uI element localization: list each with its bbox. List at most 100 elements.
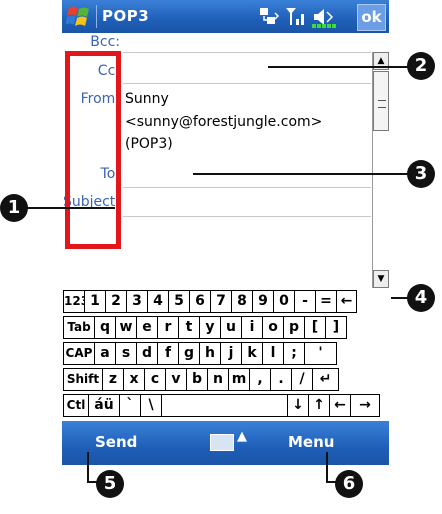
- vertical-scrollbar[interactable]: ▲ ▼: [372, 52, 390, 288]
- key[interactable]: f: [157, 342, 179, 365]
- key[interactable]: .: [270, 368, 292, 391]
- key[interactable]: b: [186, 368, 208, 391]
- key-space[interactable]: [161, 394, 288, 417]
- keyboard-row: 123 1 2 3 4 5 6 7 8 9 0- = ←: [63, 290, 388, 314]
- key[interactable]: p: [283, 316, 305, 339]
- callout-line-4: [391, 297, 408, 299]
- connectivity-icon[interactable]: [258, 5, 280, 29]
- key[interactable]: →: [350, 394, 380, 417]
- key[interactable]: i: [241, 316, 263, 339]
- key[interactable]: e: [136, 316, 158, 339]
- callout-2: 2: [407, 52, 435, 80]
- key[interactable]: -: [294, 290, 316, 313]
- grip-icon: [378, 100, 386, 108]
- callout-4: 4: [407, 284, 435, 312]
- from-name[interactable]: Sunny: [125, 91, 169, 107]
- key[interactable]: `: [119, 394, 141, 417]
- key[interactable]: ↑: [308, 394, 330, 417]
- key[interactable]: k: [241, 342, 263, 365]
- windows-start-icon[interactable]: [66, 4, 92, 29]
- title-bar: POP3 ok: [62, 0, 389, 33]
- signal-strength-icon[interactable]: [284, 5, 308, 29]
- key[interactable]: Ctl: [63, 394, 89, 417]
- key[interactable]: t: [178, 316, 200, 339]
- key[interactable]: ': [304, 342, 337, 365]
- key[interactable]: x: [123, 368, 145, 391]
- key[interactable]: q: [94, 316, 116, 339]
- ok-button[interactable]: ok: [357, 4, 386, 31]
- callout-line-6a: [326, 452, 328, 482]
- key[interactable]: h: [199, 342, 221, 365]
- bcc-field[interactable]: [123, 52, 371, 53]
- scrollbar-thumb[interactable]: [373, 71, 389, 131]
- keyboard-row: Tab q w e r t y u i o p[]: [63, 316, 388, 340]
- key[interactable]: ,: [249, 368, 271, 391]
- keyboard-row: Shift z x c v b n m,. / ↵: [63, 368, 388, 392]
- callout-6: 6: [335, 470, 363, 498]
- key[interactable]: l: [262, 342, 284, 365]
- from-email[interactable]: <sunny@forestjungle.com>: [125, 114, 322, 130]
- key[interactable]: ;: [283, 342, 305, 365]
- key[interactable]: j: [220, 342, 242, 365]
- key[interactable]: \: [140, 394, 162, 417]
- callout-5: 5: [96, 470, 124, 498]
- key[interactable]: ←: [336, 290, 357, 313]
- key[interactable]: u: [220, 316, 242, 339]
- key[interactable]: 5: [168, 290, 190, 313]
- address-labels-highlight: [65, 51, 121, 249]
- key[interactable]: w: [115, 316, 137, 339]
- send-button[interactable]: Send: [95, 433, 137, 451]
- key[interactable]: r: [157, 316, 179, 339]
- cc-field[interactable]: [123, 83, 371, 84]
- keyboard-icon[interactable]: [210, 434, 234, 451]
- pocket-pc-screen: POP3 ok Bcc: Cc: From: Sunny <sunny@fore…: [62, 0, 390, 465]
- key[interactable]: 1: [84, 290, 106, 313]
- keyboard-row: Ctl áü ` \ ↓ ↑ ← →: [63, 394, 388, 418]
- key[interactable]: s: [115, 342, 137, 365]
- key[interactable]: ←: [329, 394, 351, 417]
- app-title: POP3: [102, 7, 150, 25]
- key[interactable]: 8: [231, 290, 253, 313]
- key[interactable]: o: [262, 316, 284, 339]
- key[interactable]: 2: [105, 290, 127, 313]
- input-menu-arrow-icon[interactable]: ▲: [237, 429, 247, 444]
- key[interactable]: 0: [273, 290, 295, 313]
- callout-1: 1: [0, 194, 28, 222]
- title-separator: [96, 5, 97, 28]
- key[interactable]: =: [315, 290, 337, 313]
- bcc-label: Bcc:: [90, 34, 120, 50]
- scroll-down-button[interactable]: ▼: [373, 270, 389, 288]
- key[interactable]: 6: [189, 290, 211, 313]
- key[interactable]: Tab: [63, 316, 95, 339]
- key[interactable]: y: [199, 316, 221, 339]
- key[interactable]: g: [178, 342, 200, 365]
- subject-field[interactable]: [123, 216, 371, 217]
- key[interactable]: 4: [147, 290, 169, 313]
- key[interactable]: áü: [88, 394, 120, 417]
- key[interactable]: ]: [325, 316, 347, 339]
- from-account[interactable]: (POP3): [125, 136, 173, 152]
- callout-line-3: [193, 173, 408, 175]
- menu-button[interactable]: Menu: [288, 433, 334, 451]
- key[interactable]: [: [304, 316, 326, 339]
- key[interactable]: v: [165, 368, 187, 391]
- volume-icon[interactable]: [310, 5, 352, 29]
- keyboard-row: CAP a s d f g h j k l; ': [63, 342, 388, 366]
- to-field[interactable]: [123, 187, 371, 188]
- key[interactable]: 123: [63, 290, 89, 313]
- key[interactable]: /: [291, 368, 313, 391]
- key[interactable]: 3: [126, 290, 148, 313]
- key[interactable]: m: [228, 368, 250, 391]
- key[interactable]: ↓: [287, 394, 309, 417]
- key[interactable]: c: [144, 368, 166, 391]
- key[interactable]: CAP: [63, 342, 95, 365]
- key[interactable]: Shift: [63, 368, 103, 391]
- key[interactable]: n: [207, 368, 229, 391]
- key[interactable]: 9: [252, 290, 274, 313]
- key[interactable]: ↵: [312, 368, 339, 391]
- key[interactable]: z: [102, 368, 124, 391]
- key[interactable]: d: [136, 342, 158, 365]
- callout-3: 3: [407, 160, 435, 188]
- key[interactable]: 7: [210, 290, 232, 313]
- key[interactable]: a: [94, 342, 116, 365]
